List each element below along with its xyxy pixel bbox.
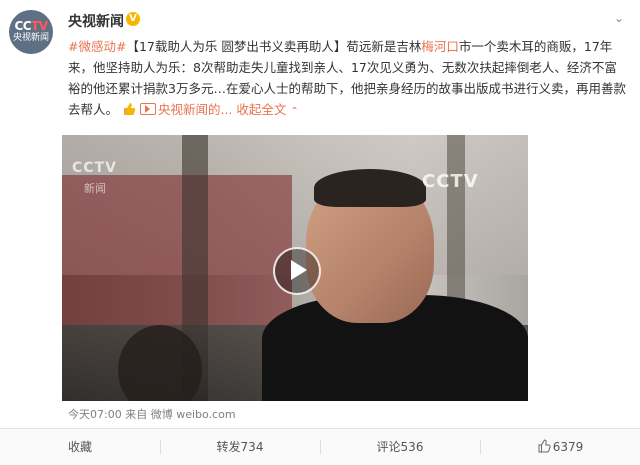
post-meta: 今天07:00 来自 微博 weibo.com bbox=[68, 406, 236, 422]
favorite-button[interactable]: 收藏 bbox=[0, 429, 160, 465]
avatar-label: 央视新闻 bbox=[12, 33, 49, 43]
action-bar: 收藏 转发734 评论536 6379 bbox=[0, 428, 640, 465]
post-time[interactable]: 今天07:00 bbox=[68, 408, 122, 421]
like-icon bbox=[538, 439, 551, 453]
like-button[interactable]: 6379 bbox=[480, 429, 640, 465]
play-icon[interactable] bbox=[273, 247, 321, 295]
verified-badge-icon: V bbox=[126, 12, 140, 26]
like-count: 6379 bbox=[552, 440, 584, 454]
collapse-link[interactable]: 收起全文 ⌃ bbox=[236, 102, 298, 117]
hashtag-link[interactable]: #微感动# bbox=[68, 39, 126, 54]
watermark-left-sub: 新闻 bbox=[84, 182, 106, 195]
repost-label: 转发734 bbox=[216, 440, 264, 454]
watermark-left: CCTV bbox=[72, 160, 117, 176]
post-header: CCTV 央视新闻 央视新闻 V ⌄ bbox=[0, 0, 640, 54]
video-source-link[interactable]: 央视新闻的... bbox=[158, 102, 232, 117]
avatar-logo: CCTV bbox=[14, 19, 48, 33]
username[interactable]: 央视新闻 bbox=[68, 11, 124, 31]
post-text: #微感动#【17载助人为乐 圆梦出书义卖再助人】荀远新是吉林梅河口市一个卖木耳的… bbox=[68, 36, 628, 122]
avatar[interactable]: CCTV 央视新闻 bbox=[9, 10, 53, 54]
comment-label: 评论536 bbox=[376, 440, 424, 454]
repost-button[interactable]: 转发734 bbox=[160, 429, 320, 465]
location-link[interactable]: 梅河口 bbox=[421, 39, 459, 54]
thumbs-up-icon bbox=[124, 103, 136, 115]
video-icon bbox=[139, 103, 156, 115]
watermark-right: CCTV bbox=[422, 171, 479, 192]
video-scene-person-hair bbox=[314, 169, 426, 207]
chevron-up-icon: ⌃ bbox=[290, 106, 299, 117]
video-player[interactable]: CCTV 新闻 CCTV bbox=[62, 135, 528, 401]
favorite-label: 收藏 bbox=[67, 440, 92, 454]
post-body-a: 荀远新是吉林 bbox=[346, 39, 422, 54]
post-title: 【17载助人为乐 圆梦出书义卖再助人】 bbox=[126, 39, 347, 54]
video-scene-building bbox=[62, 175, 292, 325]
post-source[interactable]: 微博 weibo.com bbox=[151, 408, 236, 421]
from-label: 来自 bbox=[125, 408, 148, 421]
comment-button[interactable]: 评论536 bbox=[320, 429, 480, 465]
chevron-down-icon[interactable]: ⌄ bbox=[610, 10, 628, 26]
